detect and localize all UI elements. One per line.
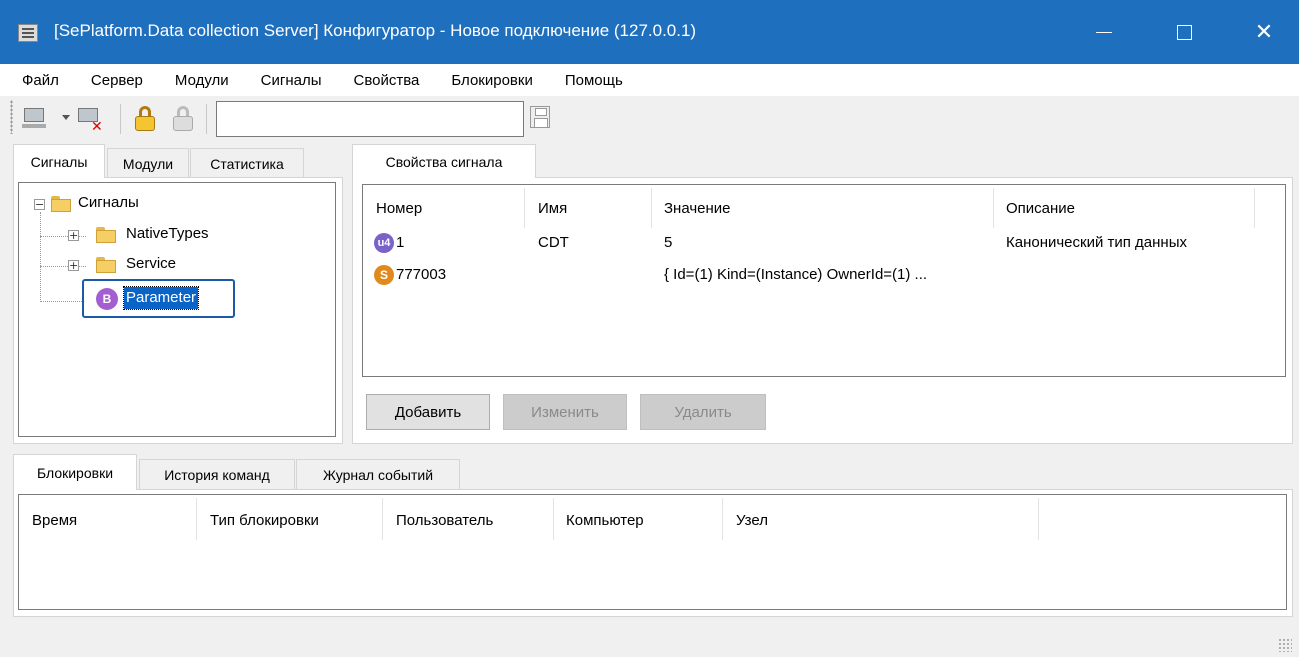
window-title: [SePlatform.Data collection Server] Конф…: [54, 21, 697, 40]
close-button[interactable]: ✕: [1230, 0, 1298, 64]
locks-table[interactable]: [18, 494, 1287, 610]
row-description[interactable]: Канонический тип данных: [1006, 234, 1187, 251]
title-bar: [SePlatform.Data collection Server] Конф…: [0, 0, 1299, 64]
column-value[interactable]: Значение: [664, 200, 731, 217]
column-user[interactable]: Пользователь: [396, 512, 493, 529]
add-button[interactable]: Добавить: [366, 394, 490, 430]
menu-properties[interactable]: Свойства: [353, 72, 419, 89]
column-time[interactable]: Время: [32, 512, 77, 529]
column-lock-type[interactable]: Тип блокировки: [210, 512, 319, 529]
connect-icon[interactable]: [22, 108, 46, 130]
tab-locks[interactable]: Блокировки: [13, 454, 137, 490]
tab-signals[interactable]: Сигналы: [13, 144, 105, 178]
app-icon: [18, 24, 38, 42]
open-folder-icon: [51, 196, 71, 212]
expand-icon[interactable]: +: [68, 230, 79, 241]
uint-type-icon: u4: [374, 233, 394, 253]
column-divider[interactable]: [382, 498, 383, 540]
column-divider[interactable]: [524, 188, 525, 228]
tree-item-service[interactable]: Service: [126, 255, 176, 272]
row-number[interactable]: 1: [396, 234, 404, 251]
maximize-button[interactable]: [1150, 0, 1218, 64]
minimize-icon: [1096, 31, 1112, 33]
minimize-button[interactable]: [1070, 0, 1138, 64]
unlock-icon[interactable]: [172, 104, 194, 132]
column-computer[interactable]: Компьютер: [566, 512, 644, 529]
close-icon: ✕: [1254, 19, 1274, 44]
tab-command-history[interactable]: История команд: [139, 459, 295, 489]
tree-item-parameter[interactable]: Parameter: [122, 286, 200, 310]
bool-type-icon: B: [96, 288, 118, 310]
column-divider[interactable]: [722, 498, 723, 540]
disconnect-icon[interactable]: ✕: [78, 108, 104, 134]
menu-help[interactable]: Помощь: [565, 72, 623, 89]
menu-modules[interactable]: Модули: [175, 72, 229, 89]
menu-file[interactable]: Файл: [22, 72, 59, 89]
tab-event-log[interactable]: Журнал событий: [296, 459, 460, 489]
column-divider[interactable]: [993, 188, 994, 228]
column-node[interactable]: Узел: [736, 512, 768, 529]
tab-modules[interactable]: Модули: [107, 148, 189, 178]
tree-connector: [40, 266, 86, 267]
tree-root-signals[interactable]: Сигналы: [78, 194, 139, 211]
row-value[interactable]: 5: [664, 234, 672, 251]
column-divider[interactable]: [196, 498, 197, 540]
tree-connector: [40, 212, 41, 302]
menu-signals[interactable]: Сигналы: [261, 72, 322, 89]
column-divider[interactable]: [1038, 498, 1039, 540]
expand-icon[interactable]: +: [68, 260, 79, 271]
toolbar-separator: [206, 104, 207, 134]
toolbar-separator: [120, 104, 121, 134]
edit-button[interactable]: Изменить: [503, 394, 627, 430]
tab-signal-properties[interactable]: Свойства сигнала: [352, 144, 536, 178]
status-bar: [0, 625, 1299, 657]
maximize-icon: [1176, 24, 1192, 40]
folder-icon: [96, 227, 116, 243]
tree-connector: [40, 301, 84, 302]
column-divider[interactable]: [553, 498, 554, 540]
row-value[interactable]: { Id=(1) Kind=(Instance) OwnerId=(1) ...: [664, 266, 927, 283]
folder-icon: [96, 257, 116, 273]
connect-dropdown-icon[interactable]: [62, 115, 70, 120]
column-divider[interactable]: [651, 188, 652, 228]
row-number[interactable]: 777003: [396, 266, 446, 283]
tree-connector: [40, 236, 86, 237]
toolbar: [0, 96, 1299, 140]
menu-locks[interactable]: Блокировки: [451, 72, 532, 89]
delete-button[interactable]: Удалить: [640, 394, 766, 430]
collapse-icon[interactable]: −: [34, 199, 45, 210]
tab-statistics[interactable]: Статистика: [190, 148, 304, 178]
column-description[interactable]: Описание: [1006, 200, 1075, 217]
resize-grip-icon[interactable]: [1278, 638, 1292, 652]
struct-type-icon: S: [374, 265, 394, 285]
menu-bar: Файл Сервер Модули Сигналы Свойства Блок…: [0, 64, 1299, 96]
toolbar-grip[interactable]: [10, 100, 13, 134]
column-name[interactable]: Имя: [538, 200, 567, 217]
column-divider[interactable]: [1254, 188, 1255, 228]
row-name[interactable]: CDT: [538, 234, 569, 251]
tree-item-nativetypes[interactable]: NativeTypes: [126, 225, 209, 242]
column-number[interactable]: Номер: [376, 200, 422, 217]
menu-server[interactable]: Сервер: [91, 72, 143, 89]
lock-icon[interactable]: [134, 104, 156, 132]
save-icon[interactable]: [530, 106, 550, 128]
toolbar-input[interactable]: [216, 101, 524, 137]
